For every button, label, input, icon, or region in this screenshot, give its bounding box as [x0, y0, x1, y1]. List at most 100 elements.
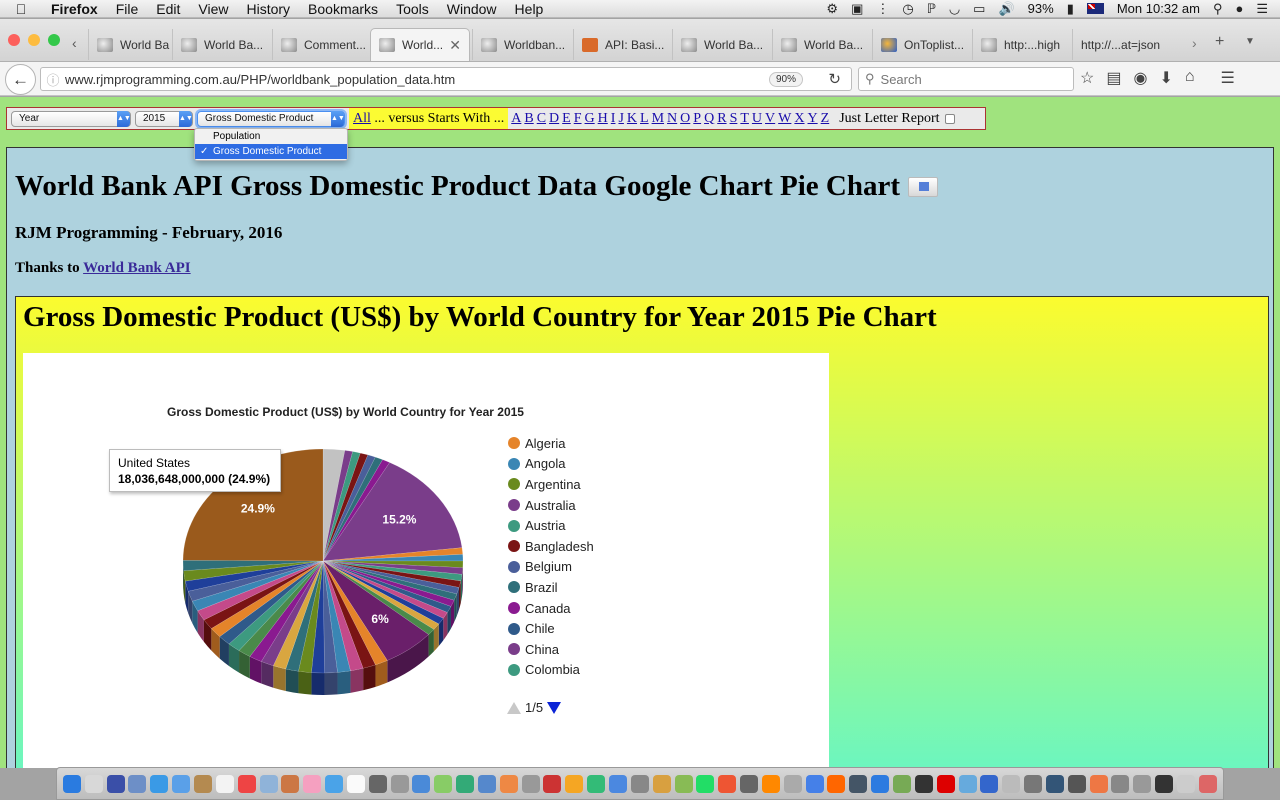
dock-app-icon[interactable] — [1198, 774, 1217, 793]
letter-link-y[interactable]: Y — [808, 111, 818, 127]
letter-link-o[interactable]: O — [680, 111, 690, 127]
menu-tools[interactable]: Tools — [387, 1, 438, 17]
letter-link-z[interactable]: Z — [821, 111, 830, 127]
letter-link-x[interactable]: X — [794, 111, 804, 127]
dock-app-icon[interactable] — [609, 774, 628, 793]
letter-link-s[interactable]: S — [730, 111, 738, 127]
letter-link-c[interactable]: C — [537, 111, 546, 127]
dock-app-icon[interactable] — [1002, 774, 1021, 793]
legend-item[interactable]: Austria — [508, 515, 594, 536]
hamburger-menu-icon[interactable]: ☰ — [1221, 68, 1235, 88]
legend-next-icon[interactable] — [547, 701, 562, 714]
extension-icon[interactable]: ⚙ — [826, 1, 838, 17]
tab-item[interactable]: World Ba... — [672, 29, 769, 60]
dock-app-icon[interactable] — [456, 774, 475, 793]
time-machine-icon[interactable]: ◷ — [902, 1, 913, 17]
dock-app-icon[interactable] — [1045, 774, 1064, 793]
legend-prev-icon[interactable] — [507, 701, 521, 714]
dock-app-icon[interactable] — [62, 774, 81, 793]
dock-app-icon[interactable] — [1067, 774, 1086, 793]
tab-item[interactable]: World Ba... — [88, 29, 170, 60]
legend-item[interactable]: Colombia — [508, 660, 594, 681]
battery-percent[interactable]: 93% — [1028, 1, 1054, 16]
letter-link-q[interactable]: Q — [704, 111, 714, 127]
dock-app-icon[interactable] — [892, 774, 911, 793]
legend-item[interactable]: Brazil — [508, 577, 594, 598]
dock-app-icon[interactable] — [281, 774, 300, 793]
letter-link-l[interactable]: L — [640, 111, 649, 127]
tab-item[interactable]: Comment... — [272, 29, 370, 60]
spotlight-icon[interactable]: ⚲ — [1213, 1, 1223, 17]
pocket-icon[interactable]: ◉ — [1133, 68, 1147, 88]
legend-item[interactable]: Bangladesh — [508, 536, 594, 557]
dock-app-icon[interactable] — [477, 774, 496, 793]
legend-item[interactable]: Australia — [508, 495, 594, 516]
dock-app-icon[interactable] — [215, 774, 234, 793]
dropdown-option-gdp[interactable]: ✓ Gross Domestic Product — [195, 144, 347, 159]
legend-item[interactable]: Chile — [508, 618, 594, 639]
letter-link-f[interactable]: F — [574, 111, 582, 127]
dock-app-icon[interactable] — [805, 774, 824, 793]
letter-link-w[interactable]: W — [778, 111, 791, 127]
letter-link-d[interactable]: D — [549, 111, 559, 127]
bookmark-star-icon[interactable]: ☆ — [1080, 68, 1094, 88]
url-bar[interactable]: ⓘ www.rjmprogramming.com.au/PHP/worldban… — [40, 67, 852, 91]
dock-app-icon[interactable] — [980, 774, 999, 793]
menu-window[interactable]: Window — [438, 1, 506, 17]
dock-app-icon[interactable] — [237, 774, 256, 793]
tab-item[interactable]: OnToplist... — [872, 29, 970, 60]
dock-app-icon[interactable] — [1024, 774, 1043, 793]
new-tab-icon[interactable]: + — [1215, 33, 1224, 51]
dock-app-icon[interactable] — [84, 774, 103, 793]
dock-app-icon[interactable] — [1155, 774, 1174, 793]
tab-item[interactable]: http:...high — [972, 29, 1070, 60]
email-icon[interactable] — [908, 176, 938, 197]
tab-scroll-right-icon[interactable]: › — [1192, 35, 1197, 51]
dock-app-icon[interactable] — [128, 774, 147, 793]
measure-select[interactable]: Gross Domestic Product ▲▼ — [197, 110, 345, 127]
legend-item[interactable]: Angola — [508, 454, 594, 475]
all-link[interactable]: All — [353, 111, 371, 127]
zoom-window-button[interactable] — [48, 34, 60, 46]
dock-app-icon[interactable] — [325, 774, 344, 793]
dock-app-icon[interactable] — [783, 774, 802, 793]
dock-app-icon[interactable] — [652, 774, 671, 793]
menu-app-name[interactable]: Firefox — [42, 1, 107, 17]
tab-item[interactable]: World Ba... — [172, 29, 269, 60]
letter-link-r[interactable]: R — [717, 111, 726, 127]
volume-icon[interactable]: 🔊 — [998, 1, 1014, 17]
tab-item[interactable]: API: Basi... — [573, 29, 670, 60]
letter-link-b[interactable]: B — [524, 111, 533, 127]
downloads-icon[interactable]: ⬇ — [1159, 68, 1172, 88]
dock-app-icon[interactable] — [434, 774, 453, 793]
home-icon[interactable]: ⌂ — [1185, 68, 1195, 88]
dock-app-icon[interactable] — [346, 774, 365, 793]
legend-item[interactable]: China — [508, 639, 594, 660]
menu-edit[interactable]: Edit — [147, 1, 189, 17]
just-letter-report-checkbox[interactable] — [944, 113, 955, 124]
tab-scroll-left-icon[interactable]: ‹ — [72, 35, 77, 51]
dock-app-icon[interactable] — [1133, 774, 1152, 793]
dock-app-icon[interactable] — [259, 774, 278, 793]
dock-app-icon[interactable] — [849, 774, 868, 793]
tab-item[interactable]: World Ba... — [772, 29, 870, 60]
dock-app-icon[interactable] — [1089, 774, 1108, 793]
site-info-icon[interactable]: ⓘ — [41, 70, 65, 89]
menu-help[interactable]: Help — [506, 1, 553, 17]
dock-app-icon[interactable] — [718, 774, 737, 793]
letter-link-t[interactable]: T — [740, 111, 749, 127]
dropdown-option-population[interactable]: Population — [195, 129, 347, 144]
dock-app-icon[interactable] — [630, 774, 649, 793]
dock-app-icon[interactable] — [499, 774, 518, 793]
letter-link-j[interactable]: J — [618, 111, 623, 127]
dock-app-icon[interactable] — [565, 774, 584, 793]
dock-app-icon[interactable] — [106, 774, 125, 793]
dock-app-icon[interactable] — [303, 774, 322, 793]
input-source-flag-icon[interactable] — [1086, 3, 1104, 14]
zoom-indicator[interactable]: 90% — [768, 72, 803, 87]
dock-app-icon[interactable] — [1111, 774, 1130, 793]
dock-app-icon[interactable] — [587, 774, 606, 793]
menu-history[interactable]: History — [237, 1, 299, 17]
search-input[interactable]: ⚲ Search — [858, 67, 1074, 91]
dock-app-icon[interactable] — [368, 774, 387, 793]
